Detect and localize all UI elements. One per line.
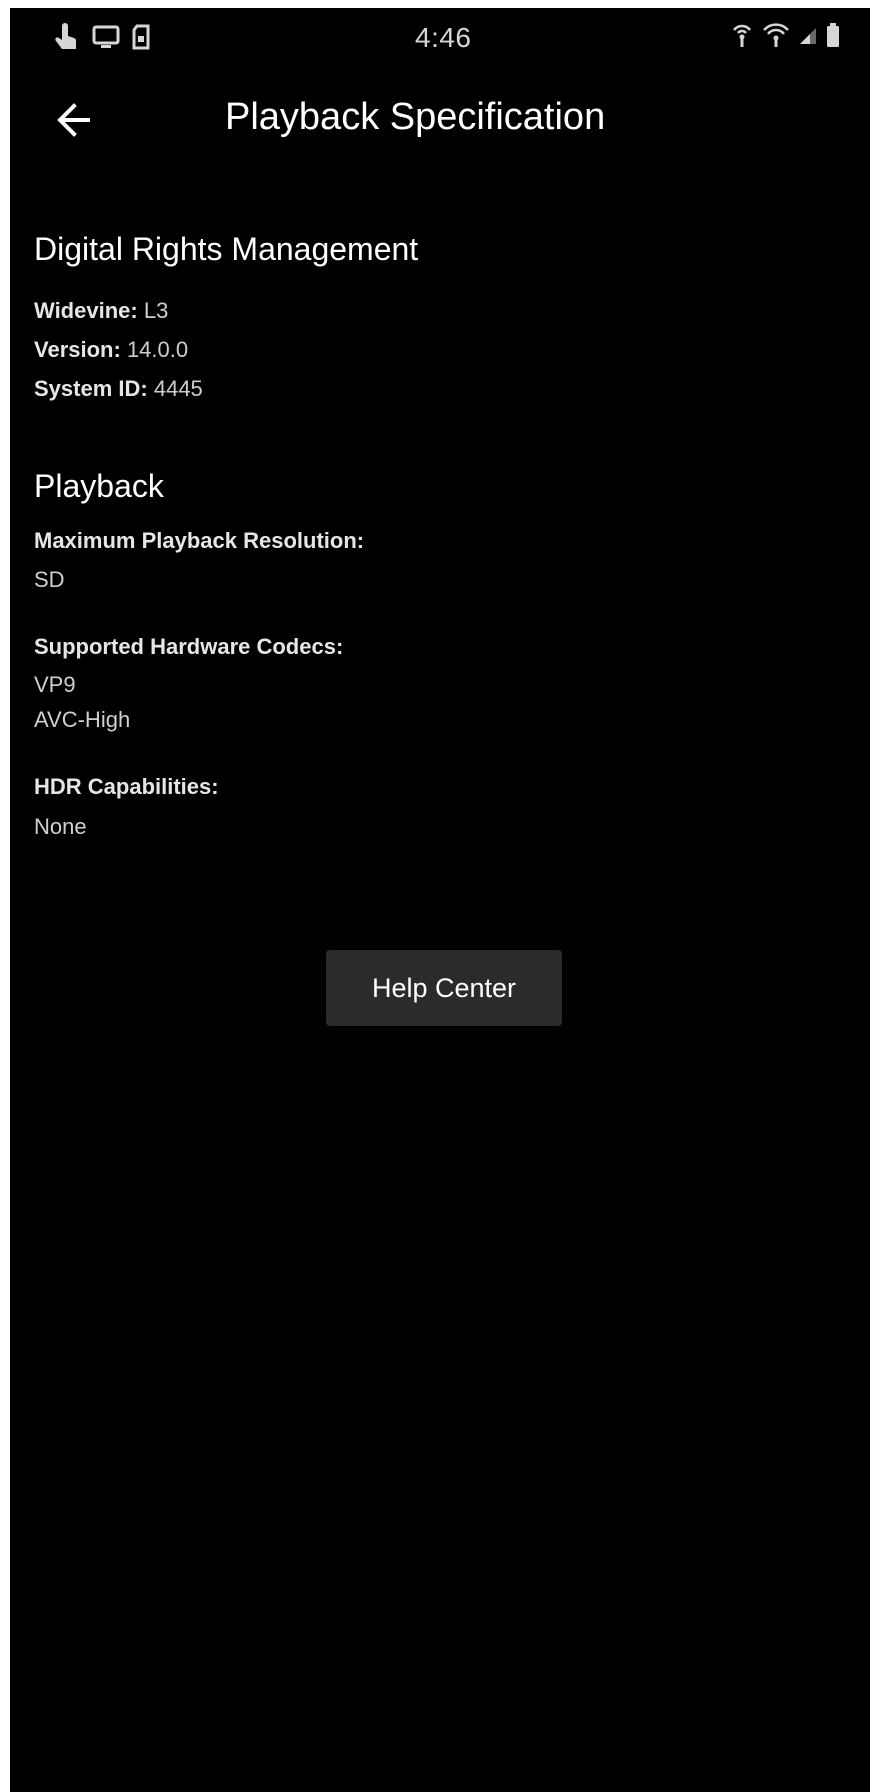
playback-heading: Playback (34, 468, 164, 504)
codecs-label: Supported Hardware Codecs: (34, 634, 344, 659)
system-id-value: 4445 (153, 376, 203, 401)
widevine-row: Widevine: L3 (34, 298, 168, 324)
help-center-button[interactable]: Help Center (326, 950, 562, 1026)
back-button[interactable] (44, 90, 104, 150)
touch-icon (52, 22, 80, 52)
system-id-row: System ID: 4445 (34, 376, 203, 402)
drm-heading: Digital Rights Management (34, 231, 419, 267)
screen: 4:46 Playback Specification Digital Righ… (10, 8, 870, 1792)
status-time: 4:46 (415, 22, 472, 53)
max-resolution-value: SD (34, 567, 65, 592)
status-left-icons (52, 22, 150, 52)
arrow-left-icon (57, 103, 90, 137)
wifi-calling-icon (762, 22, 790, 48)
hdr-label: HDR Capabilities: (34, 774, 219, 799)
widevine-label: Widevine: (34, 298, 138, 323)
sd-card-icon (132, 24, 150, 50)
status-bar: 4:46 (10, 8, 870, 68)
battery-icon (826, 22, 840, 48)
codec-item: VP9 (34, 672, 76, 697)
max-resolution-label: Maximum Playback Resolution: (34, 528, 365, 553)
hdr-value: None (34, 814, 87, 839)
cast-screen-icon (92, 25, 120, 49)
page-title: Playback Specification (225, 96, 606, 138)
version-value: 14.0.0 (126, 337, 189, 362)
version-label: Version: (34, 337, 121, 362)
widevine-value: L3 (143, 298, 169, 323)
signal-icon (798, 24, 818, 46)
status-right-icons (730, 22, 840, 48)
codec-item: AVC-High (34, 707, 131, 732)
system-id-label: System ID: (34, 376, 148, 401)
version-row: Version: 14.0.0 (34, 337, 188, 363)
hotspot-icon (730, 22, 754, 48)
